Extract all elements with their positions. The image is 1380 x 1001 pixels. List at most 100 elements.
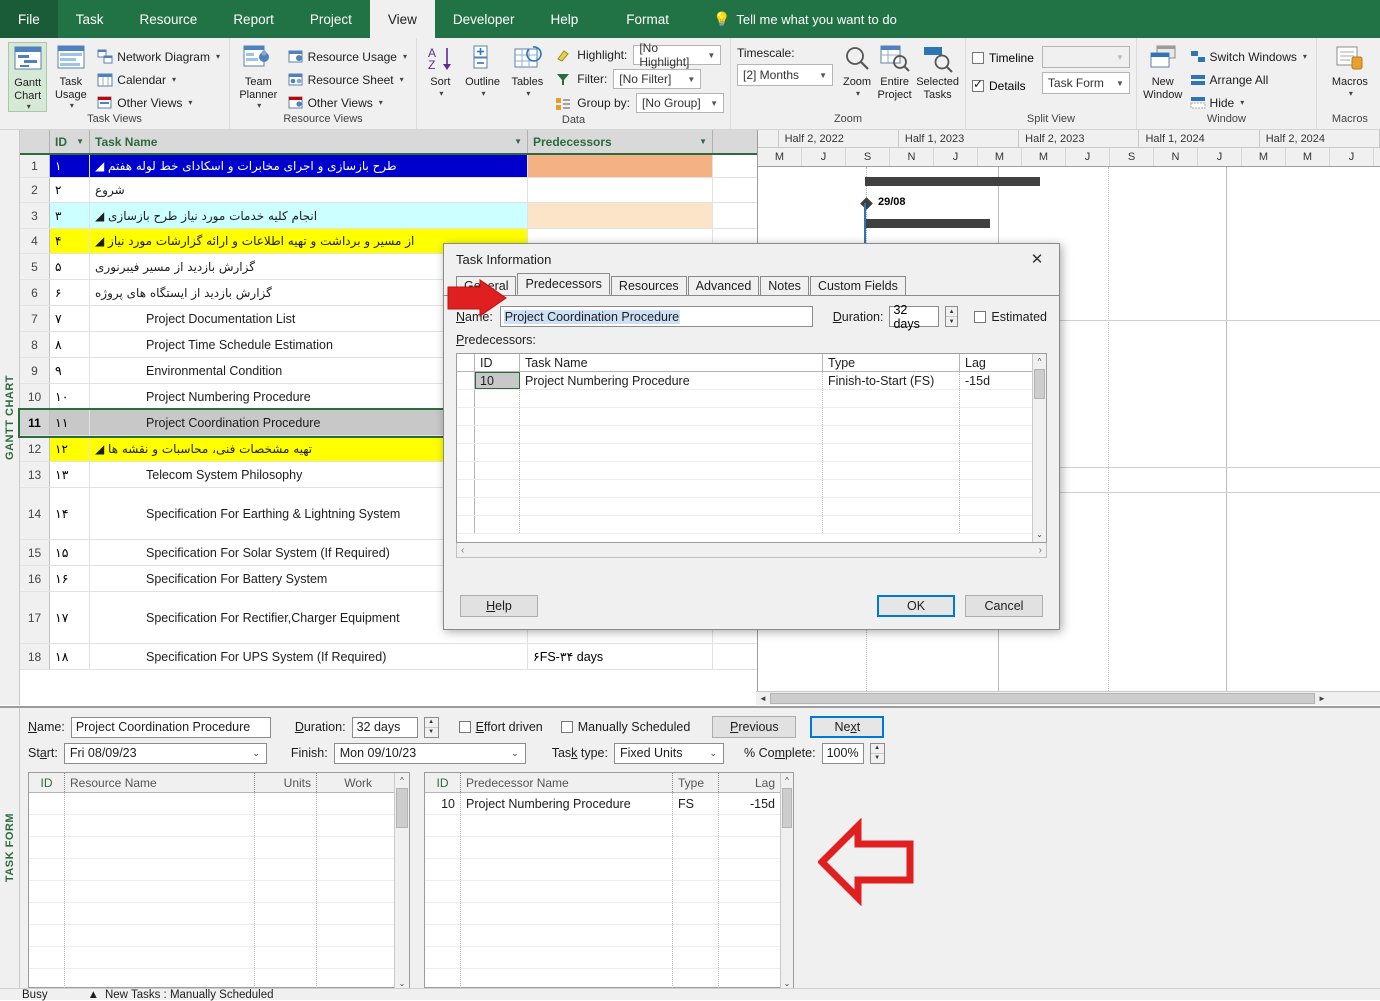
row-number[interactable]: 15 — [20, 540, 50, 565]
gantt-chart-side-label[interactable]: GANTT CHART — [0, 130, 20, 705]
dialog-cancel-button[interactable]: Cancel — [965, 595, 1043, 617]
cell-predecessors[interactable]: ۶FS-۳۴ days — [528, 644, 713, 669]
cell-empty[interactable] — [673, 903, 719, 924]
cell-id[interactable]: ۹ — [50, 358, 90, 383]
chevron-down-icon[interactable]: ▾ — [1303, 52, 1307, 61]
cell-id[interactable]: ۱۰ — [50, 384, 90, 409]
cell-empty[interactable] — [65, 969, 255, 990]
predecessor-table-scrollbar[interactable]: ^ ⌄ — [780, 773, 793, 991]
cell-task-name[interactable]: Project Numbering Procedure — [520, 372, 823, 389]
ribbon-tab-task[interactable]: Task — [58, 0, 122, 38]
cell-empty[interactable] — [65, 947, 255, 968]
cell-empty[interactable] — [255, 947, 317, 968]
chevron-down-icon[interactable]: ▾ — [482, 89, 486, 98]
row-number[interactable]: 10 — [20, 384, 50, 409]
cell-id[interactable]: ۵ — [50, 254, 90, 279]
cell-id[interactable]: ۱۷ — [50, 592, 90, 643]
cell-empty[interactable] — [457, 390, 475, 407]
tf-duration-input[interactable]: 32 days — [351, 716, 418, 738]
cell-id[interactable]: ۸ — [50, 332, 90, 357]
table-row-empty[interactable] — [457, 480, 1032, 498]
table-row-empty[interactable] — [29, 793, 394, 815]
dialog-titlebar[interactable]: Task Information ✕ — [444, 244, 1059, 274]
arrange-all-button[interactable]: Arrange All — [1187, 69, 1310, 90]
cell-empty[interactable] — [520, 498, 823, 515]
spin-up-icon[interactable]: ▲ — [946, 307, 958, 316]
chevron-down-icon[interactable]: ▼ — [76, 137, 84, 146]
cell-empty[interactable] — [461, 815, 673, 836]
cell-empty[interactable] — [65, 881, 255, 902]
cell-id[interactable]: ۱ — [50, 155, 90, 177]
zoom-button[interactable]: Zoom ▾ — [841, 42, 873, 98]
dialog-help-button[interactable]: Help — [460, 595, 538, 617]
table-row-empty[interactable] — [457, 462, 1032, 480]
table-row-empty[interactable] — [29, 815, 394, 837]
status-mode[interactable]: ▲ New Tasks : Manually Scheduled — [88, 989, 274, 1001]
table-row-empty[interactable] — [457, 408, 1032, 426]
cell-id[interactable]: ۱۴ — [50, 488, 90, 539]
cell-empty[interactable] — [960, 426, 1022, 443]
selected-tasks-button[interactable]: Selected Tasks — [916, 42, 959, 101]
cell-empty[interactable] — [425, 925, 461, 946]
filter-combo[interactable]: [No Filter] ▼ — [613, 69, 702, 89]
cell-lag[interactable]: -15d — [960, 372, 1022, 389]
cell-empty[interactable] — [255, 837, 317, 858]
tf-percent-input[interactable]: 100% — [821, 742, 864, 764]
cell-empty[interactable] — [960, 516, 1022, 533]
header-predecessors[interactable]: Predecessors ▼ — [528, 130, 713, 153]
cell-empty[interactable] — [673, 837, 719, 858]
cell-empty[interactable] — [475, 498, 520, 515]
cell-empty[interactable] — [29, 903, 65, 924]
cell-empty[interactable] — [317, 947, 377, 968]
cell-empty[interactable] — [255, 793, 317, 814]
resource-usage-button[interactable]: Resource Usage ▾ — [285, 46, 410, 67]
ribbon-tab-file[interactable]: File — [0, 0, 58, 38]
dialog-estimated[interactable]: Estimated — [974, 310, 1047, 324]
chevron-down-icon[interactable]: ▾ — [856, 89, 860, 98]
cell-empty[interactable] — [960, 444, 1022, 461]
cell-empty[interactable] — [719, 969, 780, 990]
tf-manually-scheduled[interactable]: Manually Scheduled — [560, 720, 690, 734]
cell-task-name[interactable]: طرح بازسازی و اجرای مخابرات و اسکادای خط… — [90, 155, 528, 177]
switch-windows-button[interactable]: Switch Windows ▾ — [1187, 46, 1310, 67]
table-row-empty[interactable] — [29, 947, 394, 969]
cell-type[interactable]: Finish-to-Start (FS) — [823, 372, 960, 389]
cell-empty[interactable] — [520, 408, 823, 425]
cell-empty[interactable] — [425, 837, 461, 858]
tf-task-type-combo[interactable]: Fixed Units ⌄ — [613, 742, 724, 764]
macros-button[interactable]: Macros ▾ — [1323, 42, 1377, 98]
cell-predecessor-name[interactable]: Project Numbering Procedure — [461, 793, 673, 814]
cell-empty[interactable] — [461, 925, 673, 946]
scroll-up-icon[interactable]: ^ — [1033, 354, 1046, 369]
chevron-down-icon[interactable]: ▾ — [403, 52, 407, 61]
cell-empty[interactable] — [823, 426, 960, 443]
dialog-tab-notes[interactable]: Notes — [760, 276, 809, 295]
chevron-down-icon[interactable]: ▾ — [400, 75, 404, 84]
cell-empty[interactable] — [425, 881, 461, 902]
cell-empty[interactable] — [823, 444, 960, 461]
cell-empty[interactable] — [475, 390, 520, 407]
cell-empty[interactable] — [673, 815, 719, 836]
cell-empty[interactable] — [719, 859, 780, 880]
cell-empty[interactable] — [425, 815, 461, 836]
cell-empty[interactable] — [317, 815, 377, 836]
tell-me-box[interactable]: 💡 Tell me what you want to do — [699, 0, 897, 38]
spin-down-icon[interactable]: ▼ — [424, 726, 438, 737]
cell-empty[interactable] — [317, 903, 377, 924]
tables-button[interactable]: Tables ▾ — [507, 42, 547, 98]
cell-empty[interactable] — [317, 793, 377, 814]
ribbon-tab-format[interactable]: Format — [596, 0, 699, 38]
cell-empty[interactable] — [425, 859, 461, 880]
chevron-down-icon[interactable]: ⌄ — [507, 748, 523, 759]
gantt-chart-button[interactable]: Gantt Chart ▾ — [8, 42, 48, 113]
calendar-button[interactable]: Calendar ▾ — [94, 69, 223, 90]
spin-up-icon[interactable]: ▲ — [425, 718, 438, 727]
cell-empty[interactable] — [317, 969, 377, 990]
details-combo[interactable]: Task Form ▼ — [1041, 72, 1130, 94]
cell-empty[interactable] — [457, 498, 475, 515]
cell-empty[interactable] — [461, 947, 673, 968]
cell-id[interactable]: 10 — [425, 793, 461, 814]
details-checkbox[interactable] — [972, 77, 984, 92]
new-window-button[interactable]: New Window — [1143, 42, 1183, 101]
table-row[interactable]: 10 Project Numbering Procedure FS -15d — [425, 793, 780, 815]
